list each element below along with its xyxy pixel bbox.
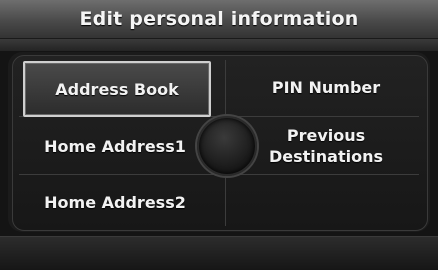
previous-destinations-button[interactable]: Previous Destinations [231, 118, 421, 174]
bottom-bar [0, 236, 438, 270]
home-address1-button[interactable]: Home Address1 [23, 120, 207, 172]
menu-panel: Address Book PIN Number Home Address1 Pr… [8, 52, 430, 232]
address-book-button[interactable]: Address Book [23, 61, 211, 117]
header-divider-band [0, 39, 438, 51]
page-title: Edit personal information [79, 8, 359, 30]
interface-dial-icon [197, 116, 257, 176]
nav-screen: Edit personal information Address Book P… [0, 0, 438, 270]
home-address2-button[interactable]: Home Address2 [23, 178, 207, 226]
menu-panel-inner: Address Book PIN Number Home Address1 Pr… [12, 55, 428, 231]
pin-number-button[interactable]: PIN Number [231, 61, 421, 113]
title-bar: Edit personal information [0, 0, 438, 39]
